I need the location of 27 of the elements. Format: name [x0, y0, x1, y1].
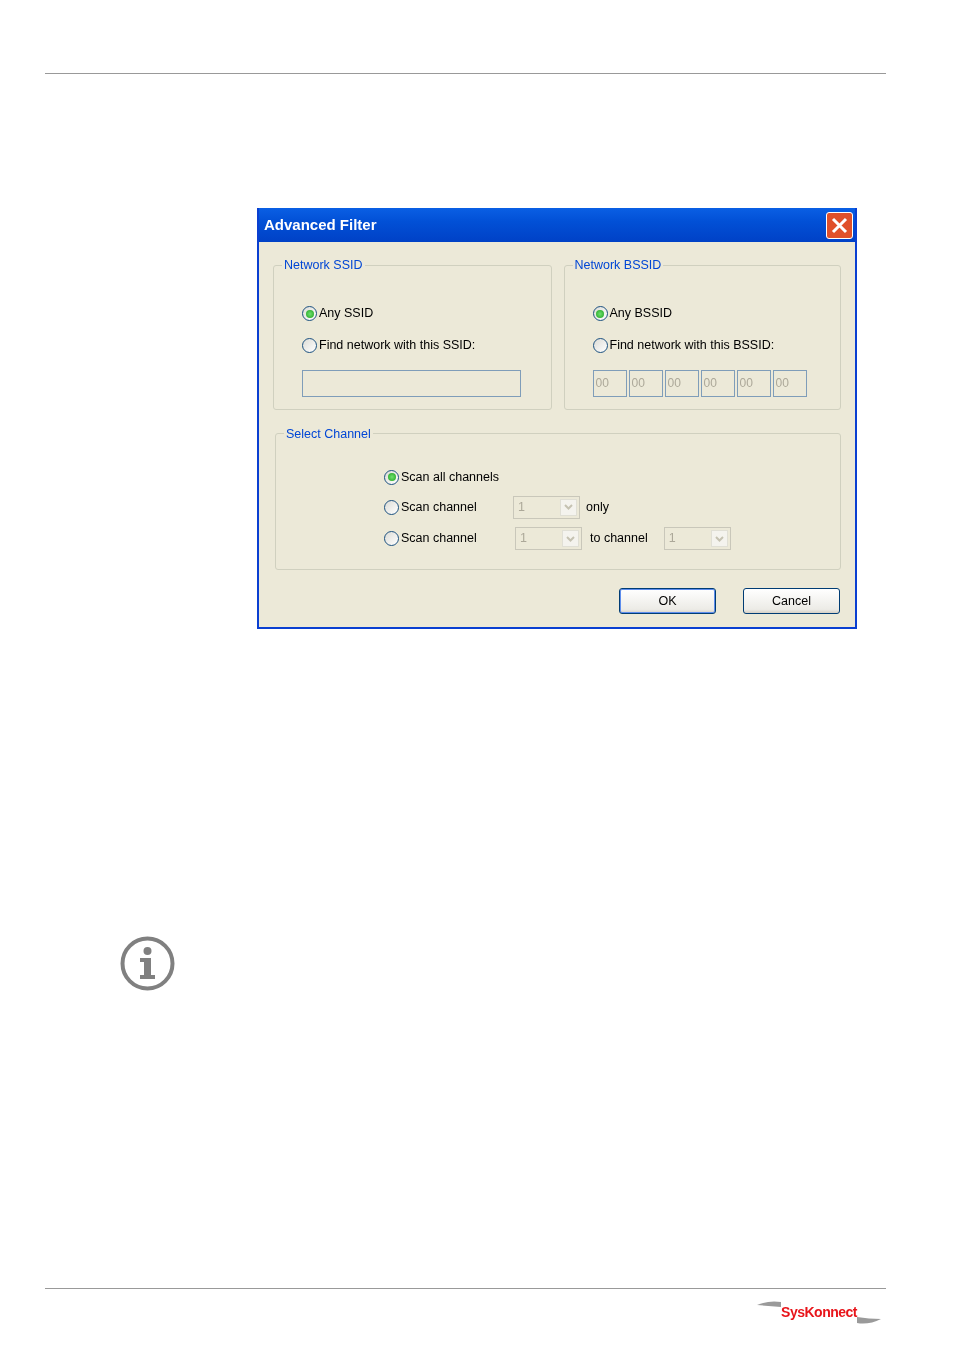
swoosh-icon — [757, 1301, 782, 1310]
radio-button[interactable] — [302, 338, 317, 353]
radio-label: Scan all channels — [401, 468, 500, 486]
radio-button[interactable] — [302, 306, 317, 321]
suffix-label: only — [586, 498, 609, 516]
close-icon — [831, 216, 848, 234]
radio-button[interactable] — [384, 469, 399, 485]
cancel-button[interactable]: Cancel — [743, 588, 840, 614]
radio-button[interactable] — [592, 338, 608, 353]
group-title: Network SSID — [283, 259, 364, 272]
radio-label: Any SSID — [319, 305, 374, 323]
radio-label: Find network with this BSSID: — [609, 337, 775, 355]
logo-text: SysKonnect — [781, 1302, 857, 1322]
group-title: Network BSSID — [573, 259, 663, 272]
window-title: Advanced Filter — [264, 214, 377, 235]
info-icon — [120, 936, 175, 991]
suffix-label: to channel — [590, 530, 648, 548]
close-button[interactable] — [826, 211, 853, 239]
radio-label: Scan channel — [401, 530, 478, 548]
swoosh-icon — [857, 1315, 881, 1324]
radio-button[interactable] — [592, 306, 608, 321]
radio-label: Any BSSID — [609, 305, 673, 323]
group-title: Select Channel — [285, 427, 372, 440]
radio-label: Find network with this SSID: — [319, 337, 476, 355]
ok-button[interactable]: OK — [619, 588, 716, 614]
radio-label: Scan channel — [401, 498, 478, 516]
ssid-input-field[interactable] — [302, 369, 521, 397]
